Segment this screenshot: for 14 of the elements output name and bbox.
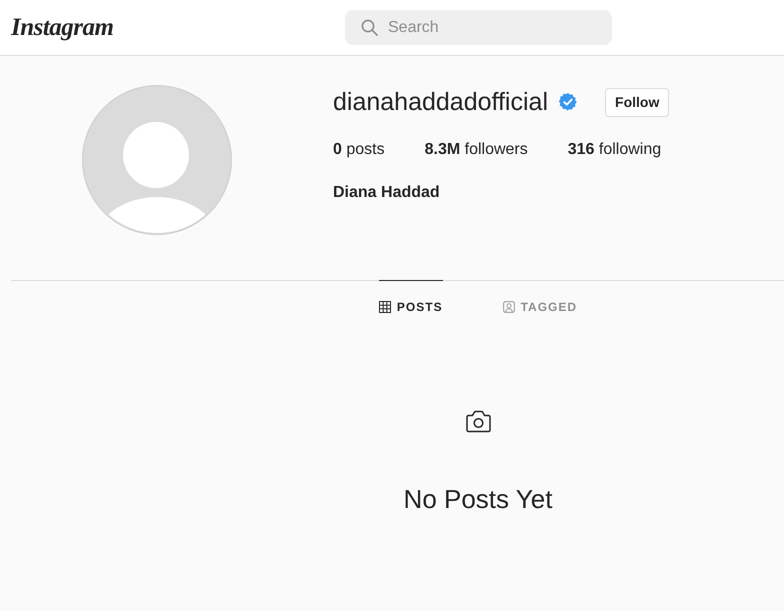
search-field[interactable]: Search — [345, 10, 612, 45]
profile-stat[interactable]: 8.3M followers — [424, 140, 528, 160]
profile-tab[interactable]: POSTS — [378, 280, 443, 332]
follow-button[interactable]: Follow — [605, 88, 670, 116]
profile-stat[interactable]: 0 posts — [333, 140, 385, 160]
camera-icon — [466, 410, 490, 433]
empty-state-message: No Posts Yet — [404, 483, 552, 515]
grid-icon — [378, 300, 391, 312]
logo[interactable]: Instagram — [11, 12, 114, 44]
full-name: Diana Haddad — [333, 183, 440, 203]
search-icon — [361, 19, 378, 36]
person-tag-icon — [502, 300, 515, 312]
profile-stat[interactable]: 316 following — [568, 140, 662, 160]
username: dianahaddadofficial — [333, 87, 548, 118]
